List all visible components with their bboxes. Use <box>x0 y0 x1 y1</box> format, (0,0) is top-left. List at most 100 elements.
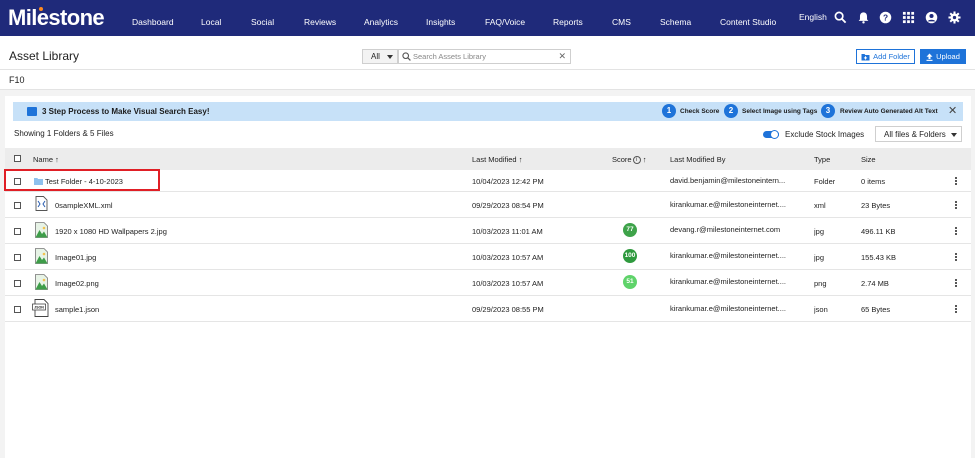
row-size: 2.74 MB <box>861 279 889 288</box>
image-file-icon <box>35 274 48 290</box>
last-modified-column-header[interactable]: Last Modified ↑ <box>472 155 522 164</box>
row-name[interactable]: sample1.json <box>55 305 99 314</box>
close-banner-icon[interactable]: ✕ <box>948 104 957 117</box>
table-row-file[interactable]: 1920 x 1080 HD Wallpapers 2.jpg 10/03/20… <box>5 218 971 244</box>
row-modified-by: david.benjamin@milestoneintern... <box>670 176 786 185</box>
sort-arrow-icon: ↑ <box>518 155 523 164</box>
score-header-label: Score <box>612 155 632 164</box>
score-badge[interactable]: 77 <box>623 223 637 237</box>
nav-faq-voice[interactable]: FAQ/Voice <box>485 17 525 27</box>
image-file-icon <box>35 248 48 264</box>
page-header: Asset Library All ✕ Add Folder Upload <box>0 36 975 70</box>
score-column-header[interactable]: Score i ↑ <box>612 155 646 165</box>
row-modified: 10/03/2023 10:57 AM <box>472 253 544 262</box>
name-column-header[interactable]: Name ↑ <box>33 155 59 164</box>
breadcrumb[interactable]: F10 <box>9 75 25 85</box>
asset-library-panel: 3 Step Process to Make Visual Search Eas… <box>5 96 971 458</box>
row-checkbox[interactable] <box>14 228 21 235</box>
row-size: 155.43 KB <box>861 253 897 262</box>
table-row-file[interactable]: 0sampleXML.xml 09/29/2023 08:54 PM kiran… <box>5 192 971 218</box>
row-checkbox[interactable] <box>14 306 21 313</box>
settings-gear-icon[interactable] <box>948 11 961 24</box>
table-header: Name ↑ Last Modified ↑ Score i ↑ Last Mod… <box>5 148 971 170</box>
search-assets-input[interactable] <box>413 51 553 62</box>
asset-filter-select[interactable]: All <box>362 49 398 64</box>
row-more-icon[interactable] <box>955 279 957 288</box>
nav-schema[interactable]: Schema <box>660 17 691 27</box>
milestone-logo[interactable]: Milestone <box>8 5 105 31</box>
search-icon[interactable] <box>834 11 847 24</box>
search-icon <box>402 52 411 61</box>
row-more-icon[interactable] <box>955 305 957 314</box>
row-modified-by: kirankumar.e@milestoneinternet.... <box>670 251 786 260</box>
select-all-checkbox[interactable] <box>14 155 21 162</box>
row-type: Folder <box>814 177 836 186</box>
upload-icon <box>926 53 933 61</box>
banner-text: 3 Step Process to Make Visual Search Eas… <box>42 107 210 116</box>
highlight-box <box>4 169 160 191</box>
nav-content-studio[interactable]: Content Studio <box>720 17 776 27</box>
row-modified-by: devang.r@milestoneinternet.com <box>670 225 781 234</box>
row-checkbox[interactable] <box>14 280 21 287</box>
help-icon[interactable]: ? <box>879 11 892 24</box>
row-more-icon[interactable] <box>955 227 957 236</box>
step-2-badge: 2 <box>724 104 738 118</box>
nav-reviews[interactable]: Reviews <box>304 17 336 27</box>
apps-grid-icon[interactable] <box>902 11 915 24</box>
nav-dashboard[interactable]: Dashboard <box>132 17 174 27</box>
files-filter-value: All files & Folders <box>884 130 946 139</box>
row-modified: 10/03/2023 11:01 AM <box>472 227 543 236</box>
toggle-knob <box>770 130 779 139</box>
search-assets-box[interactable]: ✕ <box>398 49 571 64</box>
add-folder-button[interactable]: Add Folder <box>856 49 915 64</box>
score-badge[interactable]: 100 <box>623 249 637 263</box>
row-more-icon[interactable] <box>955 201 957 210</box>
exclude-stock-label: Exclude Stock Images <box>785 130 865 139</box>
row-more-icon[interactable] <box>955 253 957 262</box>
row-type: jpg <box>814 253 825 262</box>
nav-cms[interactable]: CMS <box>612 17 631 27</box>
row-size: 23 Bytes <box>861 201 891 210</box>
step-1-label: Check Score <box>680 108 720 115</box>
table-row-file[interactable]: Image02.png 10/03/2023 10:57 AM 51 kiran… <box>5 270 971 296</box>
row-name[interactable]: 1920 x 1080 HD Wallpapers 2.jpg <box>55 227 167 236</box>
add-folder-label: Add Folder <box>873 52 910 61</box>
chevron-down-icon <box>951 133 957 137</box>
row-size: 0 items <box>861 177 886 186</box>
upload-button[interactable]: Upload <box>920 49 966 64</box>
exclude-stock-toggle[interactable] <box>763 130 779 139</box>
svg-text:JSON: JSON <box>34 306 44 310</box>
clear-search-icon[interactable]: ✕ <box>558 51 566 62</box>
row-modified-by: kirankumar.e@milestoneinternet.... <box>670 200 786 209</box>
row-size: 496.11 KB <box>861 227 896 236</box>
language-selector[interactable]: English <box>799 12 827 22</box>
chevron-down-icon <box>387 55 393 59</box>
row-name[interactable]: Image01.jpg <box>55 253 96 262</box>
nav-local[interactable]: Local <box>201 17 221 27</box>
nav-reports[interactable]: Reports <box>553 17 583 27</box>
row-name[interactable]: Image02.png <box>55 279 99 288</box>
bell-icon[interactable] <box>857 11 870 24</box>
step-3-badge: 3 <box>821 104 835 118</box>
files-filter-dropdown[interactable]: All files & Folders <box>875 126 962 142</box>
last-modified-header-label: Last Modified <box>472 155 517 164</box>
row-more-icon[interactable] <box>955 177 957 186</box>
row-checkbox[interactable] <box>14 254 21 261</box>
score-badge[interactable]: 51 <box>623 275 637 289</box>
json-file-icon: JSON <box>32 299 49 317</box>
row-checkbox[interactable] <box>14 202 21 209</box>
image-file-icon <box>35 222 48 238</box>
row-name[interactable]: 0sampleXML.xml <box>55 201 113 210</box>
items-count: Showing 1 Folders & 5 Files <box>14 129 114 138</box>
user-account-icon[interactable] <box>925 11 938 24</box>
nav-insights[interactable]: Insights <box>426 17 455 27</box>
image-icon <box>27 107 37 116</box>
nav-social[interactable]: Social <box>251 17 274 27</box>
step-1-badge: 1 <box>662 104 676 118</box>
type-column-header: Type <box>814 155 831 164</box>
table-row-file[interactable]: JSON sample1.json 09/29/2023 08:55 PM ki… <box>5 296 971 322</box>
visual-search-banner: 3 Step Process to Make Visual Search Eas… <box>13 102 963 121</box>
info-icon: i <box>632 156 641 165</box>
nav-analytics[interactable]: Analytics <box>364 17 398 27</box>
table-row-file[interactable]: Image01.jpg 10/03/2023 10:57 AM 100 kira… <box>5 244 971 270</box>
